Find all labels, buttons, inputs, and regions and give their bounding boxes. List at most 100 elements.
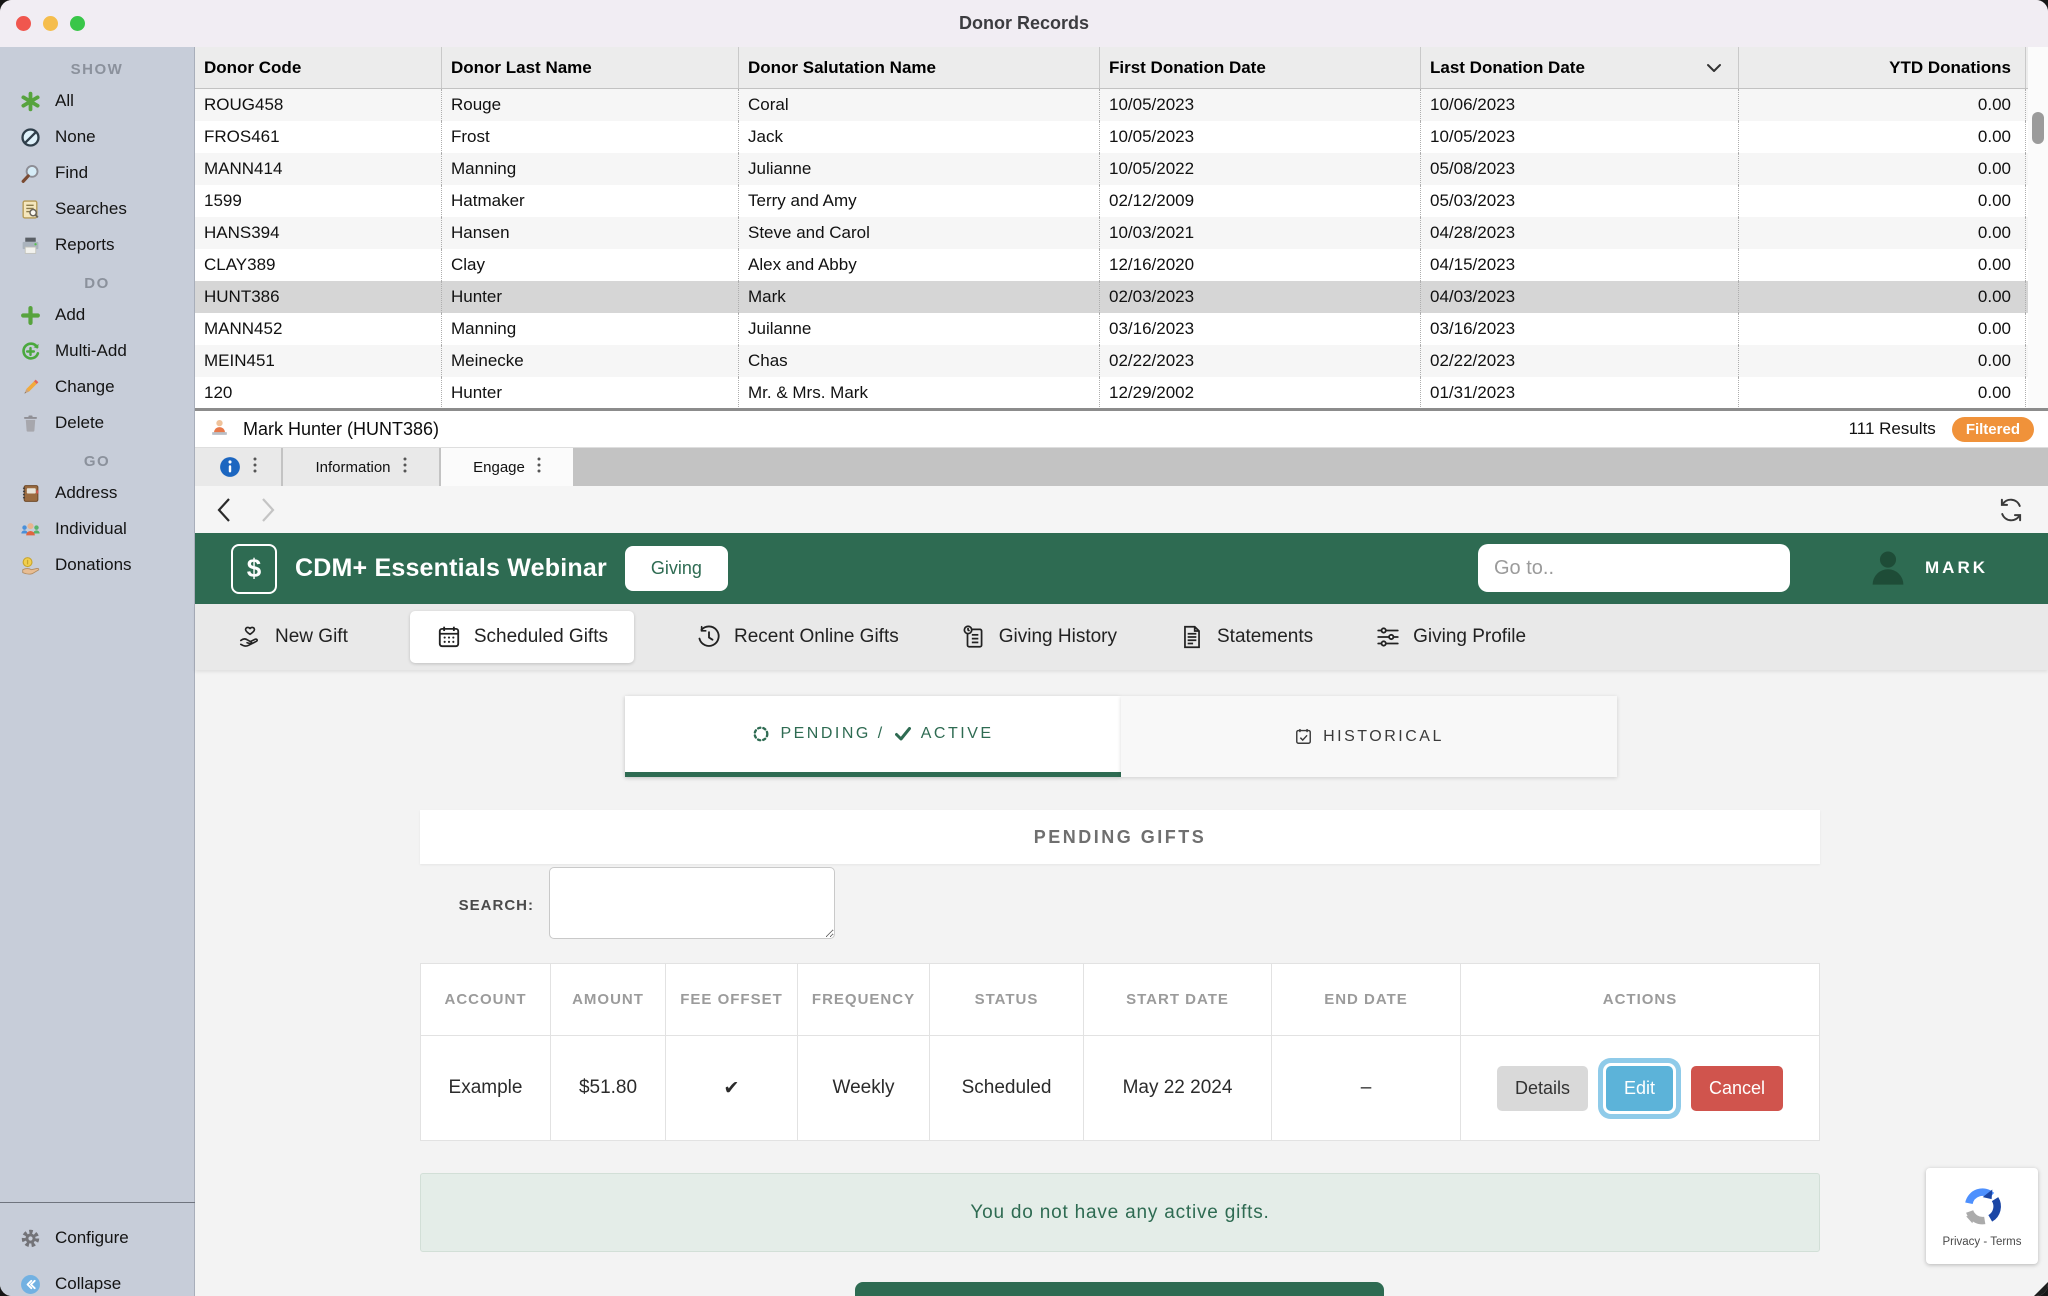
sidebar-item-address[interactable]: Address bbox=[0, 475, 194, 511]
gift-frequency: Weekly bbox=[798, 1036, 930, 1140]
sidebar-item-all[interactable]: All bbox=[0, 83, 194, 119]
scheduled-gifts-icon bbox=[436, 624, 462, 650]
address-icon bbox=[20, 483, 41, 504]
donor-results-table: Donor Code Donor Last Name Donor Salutat… bbox=[195, 47, 2048, 409]
donations-icon bbox=[20, 555, 41, 576]
vertical-scrollbar[interactable] bbox=[2028, 47, 2048, 408]
sidebar-item-none[interactable]: None bbox=[0, 119, 194, 155]
table-row[interactable]: MEIN451MeineckeChas02/22/202302/22/20230… bbox=[195, 345, 2048, 377]
sidebar-item-donations[interactable]: Donations bbox=[0, 547, 194, 583]
gift-end-date: – bbox=[1272, 1036, 1461, 1140]
pending-spinner-icon bbox=[752, 725, 770, 743]
refresh-icon[interactable] bbox=[1996, 495, 2026, 525]
giving-portal-header: $ CDM+ Essentials Webinar Giving MARK bbox=[195, 533, 2048, 604]
sort-chevron-down-icon bbox=[1706, 63, 1722, 73]
search-input[interactable] bbox=[549, 867, 835, 939]
new-gift-icon bbox=[237, 624, 263, 650]
tab-historical[interactable]: HISTORICAL bbox=[1121, 696, 1617, 777]
gift-account: Example bbox=[421, 1036, 551, 1140]
recaptcha-badge[interactable]: Privacy - Terms bbox=[1926, 1168, 2038, 1264]
nav-item-giving-profile[interactable]: Giving Profile bbox=[1375, 624, 1526, 650]
sidebar-item-configure[interactable]: Configure bbox=[0, 1215, 195, 1261]
table-row-selected[interactable]: HUNT386HunterMark02/03/202304/03/20230.0… bbox=[195, 281, 2048, 313]
recaptcha-privacy-terms[interactable]: Privacy - Terms bbox=[1942, 1236, 2021, 1248]
nav-item-statements[interactable]: Statements bbox=[1179, 624, 1313, 650]
collapse-icon bbox=[20, 1274, 41, 1295]
zoom-window-button[interactable] bbox=[70, 16, 85, 31]
column-header-first-donation-date[interactable]: First Donation Date bbox=[1100, 47, 1421, 88]
table-row[interactable]: ROUG458RougeCoral10/05/202310/06/20230.0… bbox=[195, 89, 2048, 121]
sidebar-item-add[interactable]: Add bbox=[0, 297, 194, 333]
bottom-action-button[interactable] bbox=[855, 1282, 1384, 1296]
sidebar-item-multi-add[interactable]: Multi-Add bbox=[0, 333, 194, 369]
window-resize-handle[interactable] bbox=[2034, 1282, 2048, 1296]
sidebar-section-do: DO bbox=[0, 271, 194, 297]
tab-information[interactable]: Information bbox=[283, 448, 439, 486]
nav-item-scheduled-gifts[interactable]: Scheduled Gifts bbox=[410, 611, 634, 663]
kebab-menu-icon[interactable] bbox=[537, 457, 541, 478]
nav-item-giving-history[interactable]: Giving History bbox=[961, 624, 1117, 650]
cancel-button[interactable]: Cancel bbox=[1691, 1066, 1783, 1111]
sidebar-item-find[interactable]: Find bbox=[0, 155, 194, 191]
sidebar-section-go: GO bbox=[0, 449, 194, 475]
info-icon bbox=[219, 456, 241, 478]
giving-nav-bar: New Gift Scheduled Gifts Recent Online G… bbox=[195, 604, 2048, 670]
change-icon bbox=[20, 377, 41, 398]
sidebar-section-show: SHOW bbox=[0, 57, 194, 83]
nav-item-recent-online-gifts[interactable]: Recent Online Gifts bbox=[696, 624, 899, 650]
details-button[interactable]: Details bbox=[1497, 1066, 1588, 1111]
user-name: MARK bbox=[1925, 558, 1988, 578]
selected-record-bar: Mark Hunter (HUNT386) 111 Results Filter… bbox=[195, 411, 2048, 448]
historical-calendar-icon bbox=[1294, 727, 1313, 746]
sidebar-item-reports[interactable]: Reports bbox=[0, 227, 194, 263]
close-window-button[interactable] bbox=[16, 16, 31, 31]
column-header-donor-last-name[interactable]: Donor Last Name bbox=[442, 47, 739, 88]
column-header-donor-salutation-name[interactable]: Donor Salutation Name bbox=[739, 47, 1100, 88]
table-row[interactable]: MANN414ManningJulianne10/05/202205/08/20… bbox=[195, 153, 2048, 185]
traffic-lights bbox=[16, 0, 85, 47]
back-icon[interactable] bbox=[209, 495, 239, 525]
minimize-window-button[interactable] bbox=[43, 16, 58, 31]
column-header-ytd-donations[interactable]: YTD Donations bbox=[1739, 47, 2026, 88]
giving-app-button[interactable]: Giving bbox=[625, 546, 728, 591]
forward-icon[interactable] bbox=[253, 495, 283, 525]
table-row[interactable]: HANS394HansenSteve and Carol10/03/202104… bbox=[195, 217, 2048, 249]
gift-actions: Details Edit Cancel bbox=[1461, 1036, 1819, 1140]
giving-history-icon bbox=[961, 624, 987, 650]
sidebar-item-individual[interactable]: Individual bbox=[0, 511, 194, 547]
goto-input[interactable] bbox=[1478, 544, 1790, 592]
sidebar-item-delete[interactable]: Delete bbox=[0, 405, 194, 441]
browser-nav-row bbox=[195, 486, 2048, 533]
filtered-badge[interactable]: Filtered bbox=[1952, 417, 2034, 442]
sidebar-item-searches[interactable]: Searches bbox=[0, 191, 194, 227]
table-row[interactable]: MANN452ManningJuilanne03/16/202303/16/20… bbox=[195, 313, 2048, 345]
all-icon bbox=[20, 91, 41, 112]
table-row[interactable]: 1599HatmakerTerry and Amy02/12/200905/03… bbox=[195, 185, 2048, 217]
kebab-menu-icon[interactable] bbox=[403, 457, 407, 478]
gift-start-date: May 22 2024 bbox=[1084, 1036, 1272, 1140]
tab-engage[interactable]: Engage bbox=[441, 448, 573, 486]
column-header-last-donation-date[interactable]: Last Donation Date bbox=[1421, 47, 1739, 88]
table-row[interactable]: FROS461FrostJack10/05/202310/05/20230.00 bbox=[195, 121, 2048, 153]
edit-button[interactable]: Edit bbox=[1606, 1066, 1673, 1111]
scrollbar-thumb[interactable] bbox=[2032, 112, 2044, 144]
table-row[interactable]: 120HunterMr. & Mrs. Mark12/29/200201/31/… bbox=[195, 377, 2048, 409]
multi-add-icon bbox=[20, 341, 41, 362]
dollar-icon: $ bbox=[231, 544, 277, 594]
sidebar-item-collapse[interactable]: Collapse bbox=[0, 1261, 195, 1296]
nav-item-new-gift[interactable]: New Gift bbox=[237, 624, 348, 650]
gift-status: Scheduled bbox=[930, 1036, 1084, 1140]
tab-info[interactable] bbox=[195, 448, 281, 486]
sidebar-item-change[interactable]: Change bbox=[0, 369, 194, 405]
table-row[interactable]: CLAY389ClayAlex and Abby12/16/202004/15/… bbox=[195, 249, 2048, 281]
reports-icon bbox=[20, 235, 41, 256]
column-header-donor-code[interactable]: Donor Code bbox=[195, 47, 442, 88]
donor-table-header: Donor Code Donor Last Name Donor Salutat… bbox=[195, 47, 2048, 89]
titlebar: Donor Records bbox=[0, 0, 2048, 48]
none-icon bbox=[20, 127, 41, 148]
record-tab-strip: Information Engage bbox=[195, 448, 2048, 486]
user-chip[interactable]: MARK bbox=[1867, 547, 1988, 589]
kebab-menu-icon[interactable] bbox=[253, 457, 257, 478]
statements-icon bbox=[1179, 624, 1205, 650]
tab-pending-active[interactable]: PENDING / ACTIVE bbox=[625, 696, 1121, 777]
